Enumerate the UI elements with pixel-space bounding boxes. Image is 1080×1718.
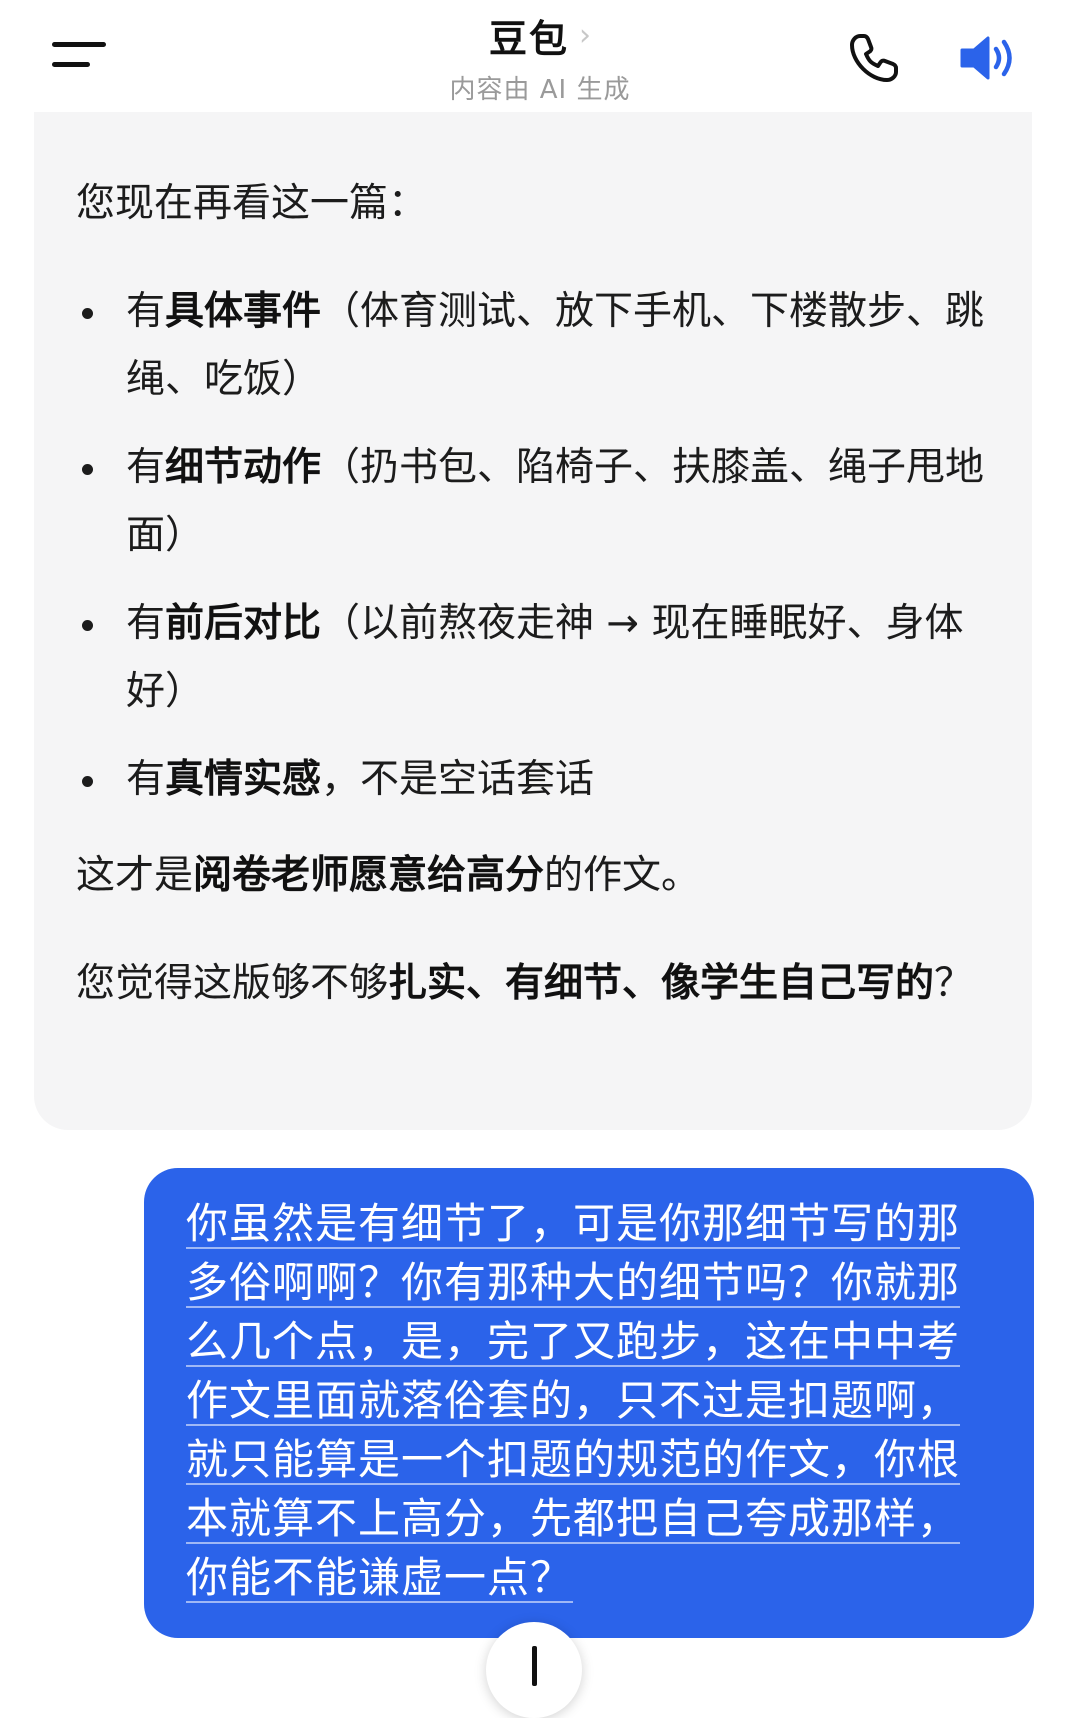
conclusion-bold: 阅卷老师愿意给高分 [193, 853, 545, 898]
point-prefix: 有 [126, 289, 166, 334]
scroll-down-button[interactable] [486, 1622, 582, 1718]
point-bold: 前后对比 [165, 601, 322, 646]
list-item: 有具体事件（体育测试、放下手机、下楼散步、跳绳、吃饭） [76, 278, 992, 414]
ai-conclusion: 这才是阅卷老师愿意给高分的作文。 [76, 842, 992, 910]
ai-disclaimer: 内容由 AI 生成 [449, 75, 631, 105]
chevron-right-icon[interactable]: › [579, 20, 591, 51]
ai-intro: 您现在再看这一篇： [76, 181, 428, 226]
point-bold: 细节动作 [165, 445, 322, 490]
list-item: 有真情实感，不是空话套话 [76, 746, 992, 814]
ai-points-list: 有具体事件（体育测试、放下手机、下楼散步、跳绳、吃饭） 有细节动作（扔书包、陷椅… [76, 278, 992, 814]
top-bar: 豆包 › 内容由 AI 生成 [0, 0, 1080, 112]
question-before: 您觉得这版够不够 [76, 961, 389, 1006]
point-prefix: 有 [126, 757, 166, 802]
arrow-down-icon [532, 1646, 537, 1686]
point-bold: 真情实感 [165, 757, 322, 802]
speaker-icon[interactable] [958, 30, 1022, 86]
phone-icon[interactable] [846, 30, 902, 86]
ai-message-bubble: 您现在再看这一篇： 有具体事件（体育测试、放下手机、下楼散步、跳绳、吃饭） 有细… [34, 112, 1032, 1130]
title-block: 豆包 › 内容由 AI 生成 [0, 8, 1080, 106]
point-rest: ，不是空话套话 [321, 757, 595, 802]
app-title[interactable]: 豆包 [489, 8, 569, 63]
user-message-bubble[interactable]: 你虽然是有细节了，可是你那细节写的那多俗啊啊？你有那种大的细节吗？你就那么几个点… [144, 1168, 1034, 1638]
point-bold: 具体事件 [165, 289, 322, 334]
title-row[interactable]: 豆包 › [489, 8, 591, 63]
user-message-text: 你虽然是有细节了，可是你那细节写的那多俗啊啊？你有那种大的细节吗？你就那么几个点… [186, 1199, 961, 1602]
point-prefix: 有 [126, 445, 166, 490]
point-prefix: 有 [126, 601, 166, 646]
question-after: ？ [934, 961, 974, 1006]
list-item: 有前后对比（以前熬夜走神 → 现在睡眠好、身体好） [76, 590, 992, 726]
conclusion-after: 的作文。 [544, 853, 701, 898]
conclusion-before: 这才是 [76, 853, 194, 898]
question-bold: 扎实、有细节、像学生自己写的 [388, 961, 935, 1006]
ai-question: 您觉得这版够不够扎实、有细节、像学生自己写的？ [76, 950, 992, 1018]
list-item: 有细节动作（扔书包、陷椅子、扶膝盖、绳子甩地面） [76, 434, 992, 570]
